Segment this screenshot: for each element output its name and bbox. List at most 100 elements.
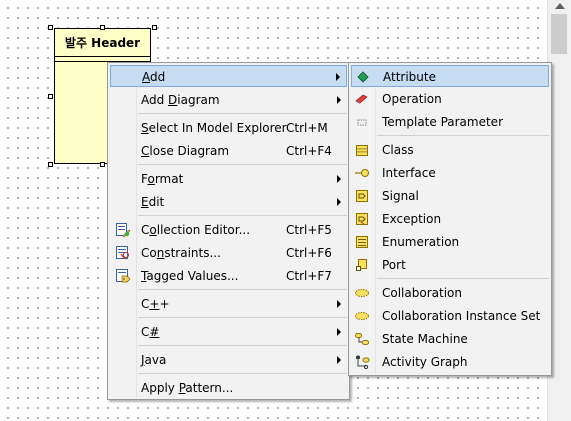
menu-item-label: Java xyxy=(141,353,167,367)
submenu-item-port[interactable]: Port xyxy=(351,254,549,276)
submenu-item-signal[interactable]: Signal xyxy=(351,185,549,207)
menu-separator xyxy=(377,278,549,279)
collection-editor-icon xyxy=(116,223,131,238)
exception-icon xyxy=(356,213,368,225)
submenu-arrow-icon xyxy=(337,356,341,364)
submenu-item-enumeration[interactable]: Enumeration xyxy=(351,231,549,253)
menu-item-cpp[interactable]: C++ xyxy=(110,293,347,315)
menu-item-label: Collection Editor... xyxy=(141,223,251,237)
submenu-arrow-icon xyxy=(337,198,341,206)
class-name: 발주 Header xyxy=(55,29,150,57)
context-menu: Add Add Diagram Select In Model Explorer… xyxy=(107,62,350,400)
submenu-item-template-parameter[interactable]: Template Parameter xyxy=(351,111,549,133)
menu-item-label: Template Parameter xyxy=(382,115,504,129)
submenu-item-operation[interactable]: Operation xyxy=(351,88,549,110)
menu-item-label: Activity Graph xyxy=(382,355,468,369)
menu-item-close-diagram[interactable]: Close Diagram Ctrl+F4 xyxy=(110,140,347,162)
menu-item-label: Select In Model Explorer xyxy=(141,121,287,135)
submenu-item-exception[interactable]: Exception xyxy=(351,208,549,230)
submenu-item-class[interactable]: Class xyxy=(351,139,549,161)
menu-item-label: Tagged Values... xyxy=(141,269,239,283)
menu-separator xyxy=(138,215,347,216)
menu-item-csharp[interactable]: C# xyxy=(110,321,347,343)
submenu-arrow-icon xyxy=(336,73,340,81)
attribute-icon xyxy=(357,71,369,83)
signal-icon xyxy=(356,190,368,202)
menu-item-label: Add Diagram xyxy=(141,93,220,107)
submenu-item-state-machine[interactable]: State Machine xyxy=(351,328,549,350)
resize-handle-bottom-left[interactable] xyxy=(48,162,53,167)
menu-separator xyxy=(138,164,347,165)
menu-item-label: Collaboration xyxy=(382,286,462,300)
menu-item-label: Collaboration Instance Set xyxy=(382,309,541,323)
menu-item-apply-pattern[interactable]: Apply Pattern... xyxy=(110,377,347,399)
menu-item-label: Exception xyxy=(382,212,442,226)
submenu-arrow-icon xyxy=(337,300,341,308)
resize-handle-left[interactable] xyxy=(48,94,53,99)
menu-separator xyxy=(138,317,347,318)
submenu-item-collaboration[interactable]: Collaboration xyxy=(351,282,549,304)
enumeration-icon xyxy=(356,236,368,248)
resize-handle-top[interactable] xyxy=(100,25,105,30)
menu-item-label: Add xyxy=(142,70,166,84)
menu-item-label: Port xyxy=(382,258,406,272)
scroll-thumb[interactable] xyxy=(551,14,567,54)
menu-item-label: Signal xyxy=(382,189,419,203)
menu-separator xyxy=(138,113,347,114)
submenu-item-interface[interactable]: Interface xyxy=(351,162,549,184)
menu-item-shortcut: Ctrl+F5 xyxy=(286,223,332,237)
submenu-arrow-icon xyxy=(337,175,341,183)
menu-separator xyxy=(138,373,347,374)
scroll-up-arrow-icon[interactable] xyxy=(555,3,565,9)
menu-item-format[interactable]: Format xyxy=(110,168,347,190)
menu-item-constraints[interactable]: Constraints... Ctrl+F6 xyxy=(110,242,347,264)
menu-item-label: Attribute xyxy=(383,70,436,84)
menu-item-label: Class xyxy=(382,143,414,157)
menu-separator xyxy=(138,345,347,346)
menu-item-label: State Machine xyxy=(382,332,468,346)
menu-item-collection-editor[interactable]: Collection Editor... Ctrl+F5 xyxy=(110,219,347,241)
add-submenu: Attribute Operation Template Parameter C… xyxy=(348,62,552,376)
interface-icon xyxy=(355,169,369,177)
collaboration-instance-set-icon xyxy=(355,312,369,320)
submenu-item-attribute[interactable]: Attribute xyxy=(351,65,549,87)
menu-item-edit[interactable]: Edit xyxy=(110,191,347,213)
menu-item-label: Interface xyxy=(382,166,436,180)
menu-separator xyxy=(377,135,549,136)
class-icon xyxy=(356,145,368,156)
menu-item-shortcut: Ctrl+M xyxy=(286,121,328,135)
menu-item-shortcut: Ctrl+F7 xyxy=(286,269,332,283)
submenu-item-collaboration-instance-set[interactable]: Collaboration Instance Set xyxy=(351,305,549,327)
port-icon xyxy=(356,259,367,271)
template-parameter-icon xyxy=(357,119,367,126)
submenu-arrow-icon xyxy=(337,328,341,336)
operation-icon xyxy=(355,94,368,104)
menu-item-label: Format xyxy=(141,172,184,186)
menu-item-label: C++ xyxy=(141,297,170,311)
menu-item-add-diagram[interactable]: Add Diagram xyxy=(110,89,347,111)
menu-separator xyxy=(138,289,347,290)
activity-graph-icon xyxy=(356,355,370,370)
menu-item-select-in-model-explorer[interactable]: Select In Model Explorer Ctrl+M xyxy=(110,117,347,139)
menu-item-label: Enumeration xyxy=(382,235,460,249)
menu-item-label: Constraints... xyxy=(141,246,221,260)
menu-item-shortcut: Ctrl+F6 xyxy=(286,246,332,260)
menu-item-label: Operation xyxy=(382,92,442,106)
menu-item-label: Apply Pattern... xyxy=(141,381,234,395)
state-machine-icon xyxy=(355,333,369,345)
menu-item-label: Close Diagram xyxy=(141,144,230,158)
collaboration-icon xyxy=(355,289,369,297)
menu-item-label: C# xyxy=(141,325,160,339)
tagged-values-icon xyxy=(116,269,131,283)
menu-item-add[interactable]: Add xyxy=(110,65,347,87)
submenu-arrow-icon xyxy=(337,96,341,104)
resize-handle-top-left[interactable] xyxy=(48,25,53,30)
menu-item-shortcut: Ctrl+F4 xyxy=(286,144,332,158)
constraints-icon xyxy=(116,246,129,260)
menu-item-label: Edit xyxy=(141,195,165,209)
resize-handle-top-right[interactable] xyxy=(152,25,157,30)
menu-item-tagged-values[interactable]: Tagged Values... Ctrl+F7 xyxy=(110,265,347,287)
menu-item-java[interactable]: Java xyxy=(110,349,347,371)
submenu-item-activity-graph[interactable]: Activity Graph xyxy=(351,351,549,373)
resize-handle-bottom[interactable] xyxy=(100,162,105,167)
